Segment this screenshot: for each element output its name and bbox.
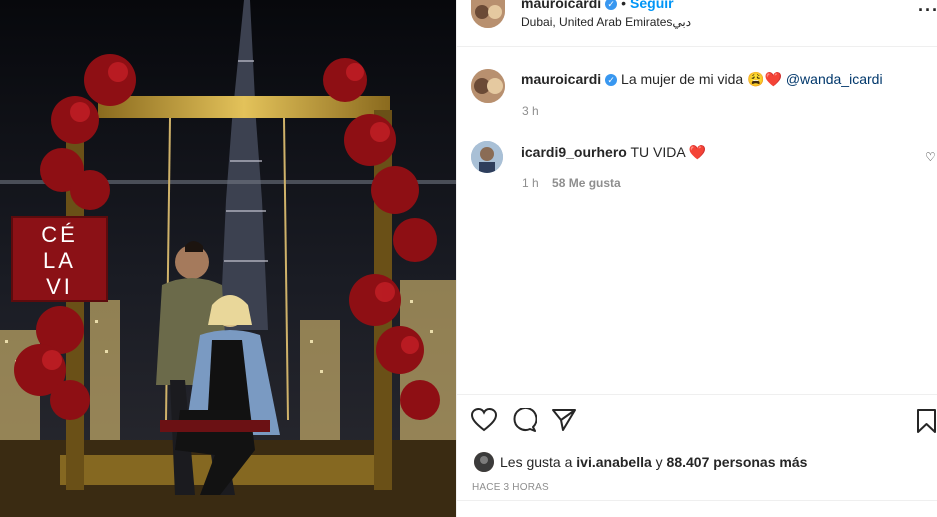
comment-likes[interactable]: 58 Me gusta [552, 176, 621, 190]
caption-avatar[interactable] [471, 69, 505, 103]
like-heart-icon[interactable] [471, 408, 497, 432]
liker-username[interactable]: ivi.anabella [576, 454, 651, 470]
post-location[interactable]: Dubai, United Arab Emiratesدبي [521, 15, 691, 29]
footer-divider [456, 500, 937, 501]
commenter-avatar[interactable] [471, 141, 503, 173]
likes-prefix: Les gusta a [500, 454, 573, 470]
post-photo[interactable]: CÉ LA VI [0, 0, 456, 517]
avatar-photo-icon [474, 452, 494, 472]
like-comment-heart-icon[interactable]: ♡ [925, 150, 936, 164]
caption-text: La mujer de mi vida 😩❤️ [621, 71, 782, 87]
post-timestamp[interactable]: HACE 3 HORAS [472, 482, 549, 493]
verified-badge-icon: ✓ [605, 74, 618, 87]
liker-avatar[interactable] [474, 452, 494, 472]
caption-time[interactable]: 3 h [522, 104, 539, 118]
author-username[interactable]: mauroicardi [521, 0, 601, 11]
comment-username[interactable]: icardi9_ourhero [521, 144, 627, 160]
caption-username[interactable]: mauroicardi [521, 71, 601, 87]
caption-mention-link[interactable]: @wanda_icardi [786, 71, 883, 87]
follow-button[interactable]: Seguir [630, 0, 674, 11]
comment-bubble-icon[interactable] [511, 408, 537, 432]
header-divider [456, 46, 937, 47]
comment-text: TU VIDA ❤️ [630, 144, 707, 160]
post-header: mauroicardi ✓ • Seguir [521, 0, 674, 13]
comment-time[interactable]: 1 h [522, 176, 539, 190]
more-options-icon[interactable]: ··· [918, 0, 937, 21]
restaurant-sign-text: CÉ LA VI [41, 222, 78, 299]
share-paper-plane-icon[interactable] [551, 408, 577, 432]
restaurant-sign: CÉ LA VI [11, 216, 108, 302]
likes-count[interactable]: 88.407 personas más [667, 454, 808, 470]
comment: icardi9_ourhero TU VIDA ❤️ [521, 144, 706, 161]
avatar-photo-icon [471, 141, 503, 173]
avatar-photo-icon [471, 69, 505, 103]
likes-summary: Les gusta a ivi.anabella y 88.407 person… [500, 454, 807, 470]
verified-badge-icon: ✓ [605, 0, 618, 10]
comment-meta: 1 h 58 Me gusta [522, 176, 621, 190]
actions-divider [456, 394, 937, 395]
post-caption: mauroicardi ✓ La mujer de mi vida 😩❤️ @wa… [521, 71, 883, 88]
likes-middle: y [655, 454, 663, 470]
separator-dot: • [621, 0, 627, 11]
save-bookmark-icon[interactable] [916, 408, 937, 434]
